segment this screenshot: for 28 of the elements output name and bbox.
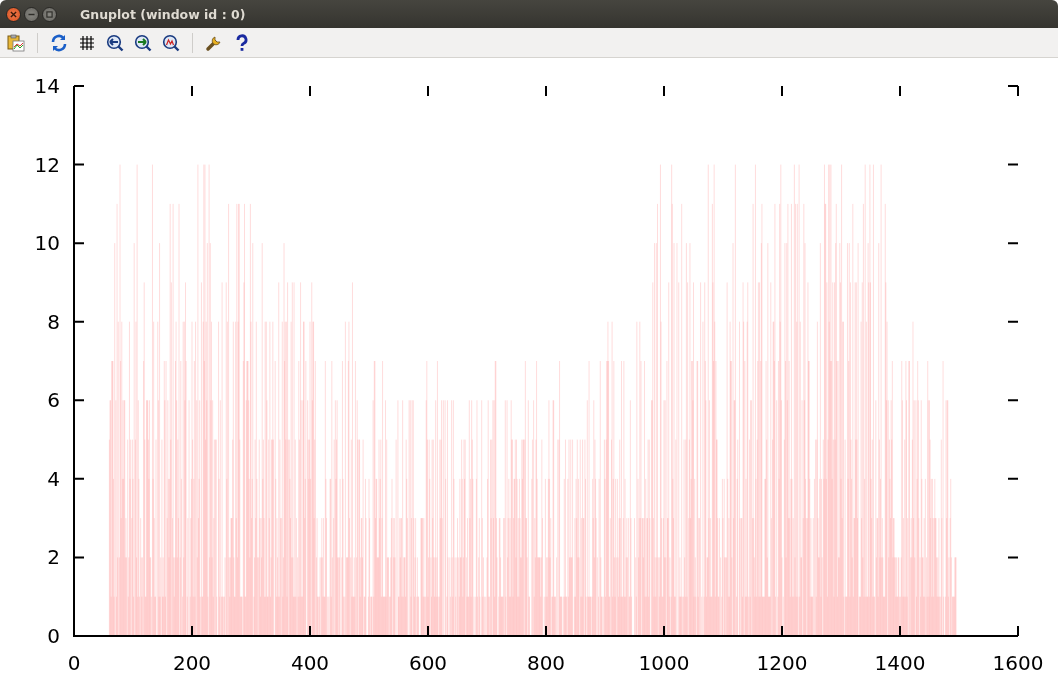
- x-tick-label: 1200: [756, 651, 808, 675]
- zoom-reset-icon[interactable]: [162, 33, 180, 52]
- y-tick-label: 10: [34, 231, 60, 256]
- zoom-back-icon[interactable]: [106, 33, 124, 52]
- x-tick-label: 1000: [638, 651, 690, 675]
- minimize-icon[interactable]: [24, 6, 39, 22]
- grid-icon[interactable]: [78, 33, 96, 52]
- y-tick-label: 0: [47, 624, 60, 648]
- window-title: Gnuplot (window id : 0): [80, 6, 246, 22]
- clipboard-icon[interactable]: [7, 33, 25, 52]
- x-tick-label: 600: [408, 651, 448, 675]
- y-tick-label: 12: [34, 152, 60, 177]
- x-tick-label: 1600: [992, 651, 1044, 675]
- x-tick-label: 0: [67, 651, 81, 675]
- zoom-forward-icon[interactable]: [134, 33, 152, 52]
- y-tick-label: 2: [47, 545, 60, 570]
- x-tick-label: 200: [172, 651, 212, 675]
- wrench-icon[interactable]: [205, 33, 223, 52]
- x-tick-label: 1400: [874, 651, 926, 675]
- refresh-icon[interactable]: [50, 33, 68, 52]
- x-tick-label: 800: [526, 651, 566, 675]
- y-tick-label: 14: [34, 74, 60, 98]
- y-tick-label: 8: [47, 309, 60, 334]
- y-tick-label: 6: [47, 388, 60, 413]
- x-tick-label: 400: [290, 651, 330, 675]
- close-icon[interactable]: [6, 6, 21, 22]
- y-tick-label: 4: [47, 466, 60, 491]
- maximize-icon[interactable]: [42, 6, 57, 22]
